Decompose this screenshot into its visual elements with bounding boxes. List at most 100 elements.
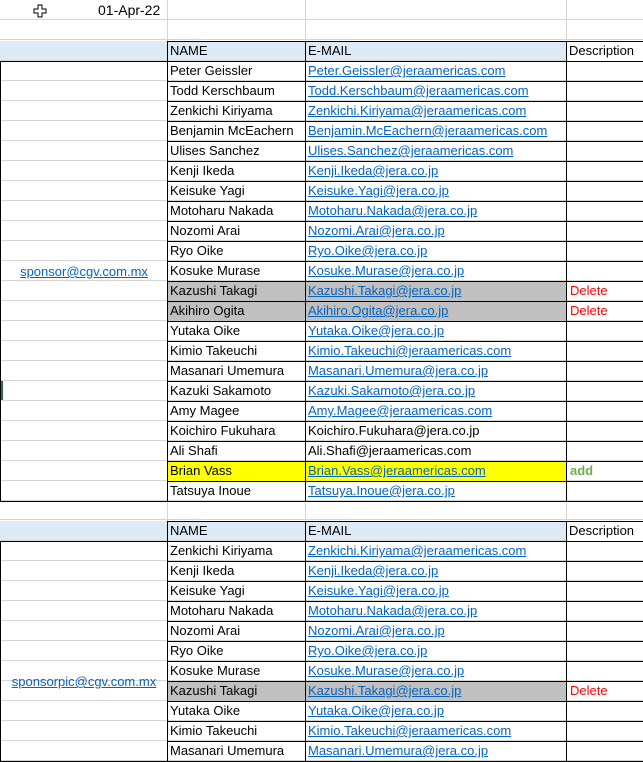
description-cell[interactable] <box>567 701 643 721</box>
table-row[interactable]: Keisuke Yagi Keisuke.Yagi@jera.co.jp <box>0 181 643 201</box>
email-cell[interactable]: Kimio.Takeuchi@jeraamericas.com <box>306 341 567 361</box>
table-row[interactable]: Ryo Oike Ryo.Oike@jera.co.jp <box>0 241 643 261</box>
email-cell[interactable]: Masanari.Umemura@jera.co.jp <box>306 361 567 381</box>
email-link[interactable]: Todd.Kerschbaum@jeraamericas.com <box>308 83 529 98</box>
header-name[interactable]: NAME <box>168 521 306 541</box>
table-row[interactable]: Benjamin McEachern Benjamin.McEachern@jer… <box>0 121 643 141</box>
table-row[interactable]: Todd Kerschbaum Todd.Kerschbaum@jeraameri… <box>0 81 643 101</box>
description-cell[interactable] <box>567 421 643 441</box>
email-link[interactable]: Akihiro.Ogita@jera.co.jp <box>308 303 448 318</box>
name-cell[interactable]: Ulises Sanchez <box>168 141 306 161</box>
header-description[interactable]: Description <box>567 521 643 541</box>
email-cell[interactable]: Koichiro.Fukuhara@jera.co.jp <box>306 421 567 441</box>
email-link[interactable]: Masanari.Umemura@jera.co.jp <box>308 743 488 758</box>
email-cell[interactable]: Ryo.Oike@jera.co.jp <box>306 641 567 661</box>
name-cell[interactable]: Kenji Ikeda <box>168 561 306 581</box>
table-row[interactable]: Nozomi Arai Nozomi.Arai@jera.co.jp <box>0 621 643 641</box>
email-link[interactable]: Koichiro.Fukuhara@jera.co.jp <box>308 423 479 438</box>
description-cell[interactable] <box>567 441 643 461</box>
email-link[interactable]: Motoharu.Nakada@jera.co.jp <box>308 603 477 618</box>
sheet-row[interactable] <box>0 20 643 40</box>
name-cell[interactable]: Zenkichi Kiriyama <box>168 101 306 121</box>
name-cell[interactable]: Motoharu Nakada <box>168 601 306 621</box>
spreadsheet-grid[interactable]: 01-Apr-22 NAME E-MAIL Description Peter Gei… <box>0 0 643 762</box>
description-cell[interactable] <box>567 641 643 661</box>
email-link[interactable]: Ryo.Oike@jera.co.jp <box>308 243 427 258</box>
email-link[interactable]: Keisuke.Yagi@jera.co.jp <box>308 583 449 598</box>
table-row[interactable]: Yutaka Oike Yutaka.Oike@jera.co.jp <box>0 701 643 721</box>
email-link[interactable]: Motoharu.Nakada@jera.co.jp <box>308 203 477 218</box>
name-cell[interactable]: Masanari Umemura <box>168 361 306 381</box>
email-cell[interactable]: Kazuki.Sakamoto@jera.co.jp <box>306 381 567 401</box>
email-cell[interactable]: Nozomi.Arai@jera.co.jp <box>306 221 567 241</box>
table-row[interactable]: Koichiro Fukuhara Koichiro.Fukuhara@jera.… <box>0 421 643 441</box>
email-link[interactable]: Zenkichi.Kiriyama@jeraamericas.com <box>308 543 526 558</box>
email-cell[interactable]: Nozomi.Arai@jera.co.jp <box>306 621 567 641</box>
email-link[interactable]: Kenji.Ikeda@jera.co.jp <box>308 563 438 578</box>
description-cell[interactable] <box>567 341 643 361</box>
email-link[interactable]: Nozomi.Arai@jera.co.jp <box>308 223 445 238</box>
table-row[interactable]: Masanari Umemura Masanari.Umemura@jera.co… <box>0 361 643 381</box>
email-cell[interactable]: Ulises.Sanchez@jeraamericas.com <box>306 141 567 161</box>
description-cell[interactable] <box>567 321 643 341</box>
name-cell[interactable]: Ali Shafi <box>168 441 306 461</box>
name-cell[interactable]: Kosuke Murase <box>168 261 306 281</box>
name-cell[interactable]: Yutaka Oike <box>168 321 306 341</box>
email-cell[interactable]: Brian.Vass@jeraamericas.com <box>306 461 567 481</box>
description-cell[interactable] <box>567 361 643 381</box>
description-cell[interactable] <box>567 541 643 561</box>
sponsor-email-1[interactable]: sponsor@cgv.com.mx <box>0 262 168 282</box>
name-cell[interactable]: Nozomi Arai <box>168 621 306 641</box>
email-link[interactable]: Kenji.Ikeda@jera.co.jp <box>308 163 438 178</box>
name-cell[interactable]: Masanari Umemura <box>168 741 306 761</box>
email-link[interactable]: Keisuke.Yagi@jera.co.jp <box>308 183 449 198</box>
email-cell[interactable]: Zenkichi.Kiriyama@jeraamericas.com <box>306 541 567 561</box>
description-cell[interactable] <box>567 101 643 121</box>
description-cell[interactable]: Delete <box>567 281 643 301</box>
description-cell[interactable]: Delete <box>567 301 643 321</box>
name-cell[interactable]: Ryo Oike <box>168 641 306 661</box>
email-cell[interactable]: Motoharu.Nakada@jera.co.jp <box>306 201 567 221</box>
name-cell[interactable]: Nozomi Arai <box>168 221 306 241</box>
table-row[interactable]: Kenji Ikeda Kenji.Ikeda@jera.co.jp <box>0 561 643 581</box>
email-link[interactable]: Yutaka.Oike@jera.co.jp <box>308 323 444 338</box>
name-cell[interactable]: Kazushi Takagi <box>168 681 306 701</box>
email-cell[interactable]: Kenji.Ikeda@jera.co.jp <box>306 561 567 581</box>
name-cell[interactable]: Peter Geissler <box>168 61 306 81</box>
name-cell[interactable]: Keisuke Yagi <box>168 181 306 201</box>
email-cell[interactable]: Tatsuya.Inoue@jera.co.jp <box>306 481 567 501</box>
email-cell[interactable]: Kosuke.Murase@jera.co.jp <box>306 661 567 681</box>
name-cell[interactable]: Keisuke Yagi <box>168 581 306 601</box>
email-link[interactable]: Tatsuya.Inoue@jera.co.jp <box>308 483 455 498</box>
table-row[interactable]: Ulises Sanchez Ulises.Sanchez@jeraamerica… <box>0 141 643 161</box>
table-row[interactable]: Motoharu Nakada Motoharu.Nakada@jera.co.j… <box>0 601 643 621</box>
table-row[interactable]: Kimio Takeuchi Kimio.Takeuchi@jeraamerica… <box>0 721 643 741</box>
table-row[interactable]: Nozomi Arai Nozomi.Arai@jera.co.jp <box>0 221 643 241</box>
description-cell[interactable] <box>567 221 643 241</box>
table-row[interactable]: Zenkichi Kiriyama Zenkichi.Kiriyama@jeraa… <box>0 541 643 561</box>
email-link[interactable]: Ali.Shafi@jeraamericas.com <box>308 443 471 458</box>
name-cell[interactable]: Benjamin McEachern <box>168 121 306 141</box>
description-cell[interactable]: Delete <box>567 681 643 701</box>
email-cell[interactable]: Ryo.Oike@jera.co.jp <box>306 241 567 261</box>
table-row[interactable]: Kazuki Sakamoto Kazuki.Sakamoto@jera.co.j… <box>0 381 643 401</box>
description-cell[interactable]: add <box>567 461 643 481</box>
name-cell[interactable]: Tatsuya Inoue <box>168 481 306 501</box>
name-cell[interactable]: Motoharu Nakada <box>168 201 306 221</box>
name-cell[interactable]: Brian Vass <box>168 461 306 481</box>
email-link[interactable]: Kosuke.Murase@jera.co.jp <box>308 263 464 278</box>
name-cell[interactable]: Todd Kerschbaum <box>168 81 306 101</box>
table-row[interactable]: Ryo Oike Ryo.Oike@jera.co.jp <box>0 641 643 661</box>
email-cell[interactable]: Masanari.Umemura@jera.co.jp <box>306 741 567 761</box>
email-link[interactable]: Ulises.Sanchez@jeraamericas.com <box>308 143 513 158</box>
header-description[interactable]: Description <box>567 41 643 61</box>
header-name[interactable]: NAME <box>168 41 306 61</box>
header-email[interactable]: E-MAIL <box>306 521 567 541</box>
table-row[interactable]: Peter Geissler Peter.Geissler@jeraamerica… <box>0 61 643 81</box>
description-cell[interactable] <box>567 261 643 281</box>
description-cell[interactable] <box>567 721 643 741</box>
description-cell[interactable] <box>567 181 643 201</box>
table-row[interactable]: Masanari Umemura Masanari.Umemura@jera.co… <box>0 741 643 761</box>
email-cell[interactable]: Kenji.Ikeda@jera.co.jp <box>306 161 567 181</box>
email-cell[interactable]: Todd.Kerschbaum@jeraamericas.com <box>306 81 567 101</box>
